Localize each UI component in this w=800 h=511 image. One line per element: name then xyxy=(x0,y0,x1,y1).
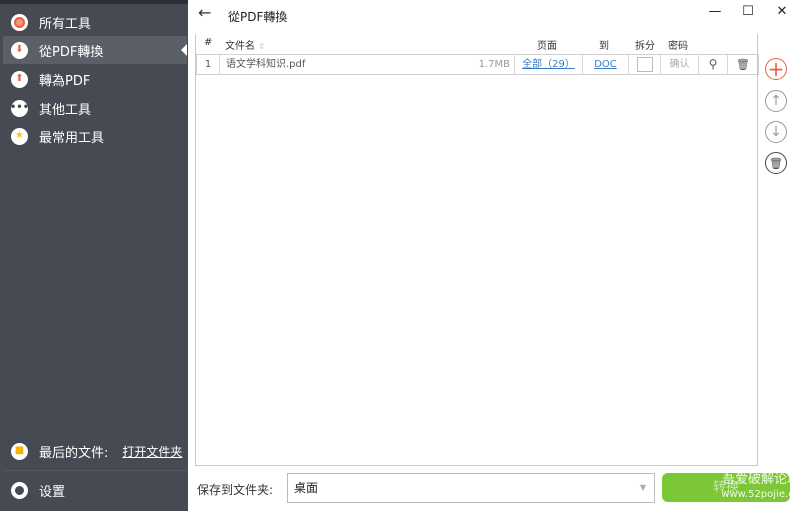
folder-select[interactable]: 桌面 ▼ xyxy=(287,473,655,503)
split-cell xyxy=(628,55,660,74)
split-checkbox[interactable] xyxy=(636,57,653,72)
settings-item[interactable]: 设置 xyxy=(3,476,187,504)
clear-all-button[interactable]: 🗑 xyxy=(765,152,787,174)
sidebar-item-from-pdf[interactable]: ⬇ 從PDF轉換 xyxy=(3,36,187,64)
preview-button[interactable]: ⚲ xyxy=(698,55,727,74)
header-pages: 页面 xyxy=(537,41,557,52)
star-icon: ★ xyxy=(11,127,28,145)
file-size: 1.7MB xyxy=(478,59,510,70)
row-num: 1 xyxy=(204,59,212,70)
format-link[interactable]: DOC xyxy=(582,55,628,74)
back-button[interactable]: ← xyxy=(198,3,211,22)
sidebar-item-label: 轉為PDF xyxy=(39,73,91,89)
file-table: # 文件名 ⇳ 页面 到 拆分 密码 1 语文学科知识.pdf 1.7MB 全部… xyxy=(195,34,759,466)
target-icon xyxy=(11,13,28,31)
sidebar-item-all-tools[interactable]: 所有工具 xyxy=(3,8,187,36)
recent-files: ■ 最后的文件: 打开文件夹 xyxy=(3,437,187,465)
header-password: 密码 xyxy=(668,41,688,52)
pages-link[interactable]: 全部（29） xyxy=(514,55,582,74)
arrow-down-icon: ↓ xyxy=(770,124,782,140)
sidebar-item-label: 其他工具 xyxy=(39,102,92,118)
watermark-line2: www.52pojie.cn xyxy=(721,489,800,500)
header-to: 到 xyxy=(599,41,609,52)
selection-pointer xyxy=(181,44,187,56)
gear-icon xyxy=(11,481,28,499)
arrow-down-icon: ⬇ xyxy=(11,41,28,59)
folder-value: 桌面 xyxy=(294,481,319,495)
move-up-button[interactable]: ↑ xyxy=(765,90,787,112)
password-input[interactable]: 确认 xyxy=(660,55,698,74)
sidebar: 所有工具 ⬇ 從PDF轉換 ⬆ 轉為PDF ••• 其他工具 ★ 最常用工具 ■… xyxy=(0,4,188,511)
sidebar-item-to-pdf[interactable]: ⬆ 轉為PDF xyxy=(3,65,187,93)
sidebar-item-frequent-tools[interactable]: ★ 最常用工具 xyxy=(3,122,187,150)
move-down-button[interactable]: ↓ xyxy=(765,121,787,143)
main-window: ← 從PDF轉換 — ☐ ✕ # 文件名 ⇳ 页面 到 拆分 密码 1 语文学科… xyxy=(188,0,800,511)
header-split: 拆分 xyxy=(635,41,655,52)
trash-icon: 🗑 xyxy=(736,58,750,71)
maximize-button[interactable]: ☐ xyxy=(738,4,758,19)
minimize-button[interactable]: — xyxy=(705,4,725,19)
sidebar-item-label: 最常用工具 xyxy=(39,130,105,146)
plus-icon: + xyxy=(767,57,785,81)
close-button[interactable]: ✕ xyxy=(772,4,792,19)
sort-icon: ⇳ xyxy=(258,42,265,51)
recent-files-label: 最后的文件: xyxy=(39,445,109,461)
sidebar-item-other-tools[interactable]: ••• 其他工具 xyxy=(3,94,187,122)
header-name[interactable]: 文件名 ⇳ xyxy=(225,37,265,52)
header-name-label: 文件名 xyxy=(225,41,255,52)
table-row[interactable]: 1 语文学科知识.pdf 1.7MB 全部（29） DOC 确认 ⚲ 🗑 xyxy=(196,54,759,75)
remove-row-button[interactable]: 🗑 xyxy=(727,55,758,74)
save-folder-label: 保存到文件夹: xyxy=(197,483,274,497)
arrow-up-icon: ⬆ xyxy=(11,70,28,88)
chevron-down-icon: ▼ xyxy=(639,483,646,492)
divider xyxy=(3,470,187,471)
window-title: 從PDF轉換 xyxy=(228,10,288,24)
add-file-button[interactable]: + xyxy=(765,57,787,81)
settings-label: 设置 xyxy=(39,484,66,500)
watermark: 吾爱破解论坛 www.52pojie.cn xyxy=(705,472,800,502)
search-icon: ⚲ xyxy=(708,57,718,71)
arrow-up-icon: ↑ xyxy=(770,93,782,109)
folder-icon: ■ xyxy=(11,442,28,460)
sidebar-item-label: 所有工具 xyxy=(39,16,92,32)
sidebar-item-label: 從PDF轉換 xyxy=(39,44,104,60)
trash-icon: 🗑 xyxy=(769,156,783,170)
more-icon: ••• xyxy=(10,99,29,117)
open-folder-link[interactable]: 打开文件夹 xyxy=(122,443,182,460)
watermark-line1: 吾爱破解论坛 xyxy=(721,472,800,487)
header-num: # xyxy=(204,37,213,48)
